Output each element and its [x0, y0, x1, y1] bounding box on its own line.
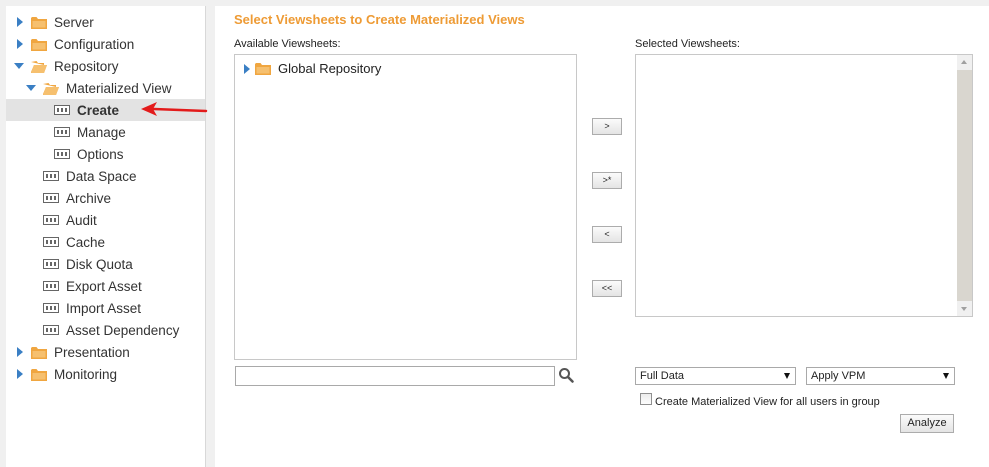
folder-open-icon: [31, 60, 47, 73]
tree-item-label: Monitoring: [54, 366, 118, 382]
tree-item-label: Manage: [77, 124, 126, 140]
tree-item-disk-quota[interactable]: Disk Quota: [6, 253, 205, 275]
selected-viewsheets-list[interactable]: [635, 54, 973, 317]
tree-item-server[interactable]: Server: [6, 11, 205, 33]
page-icon: [43, 303, 59, 313]
tree-item-monitoring[interactable]: Monitoring: [6, 363, 205, 385]
tree-item-materialized-view[interactable]: Materialized View: [6, 77, 205, 99]
scroll-up-icon[interactable]: [957, 55, 972, 70]
page-icon: [54, 149, 70, 159]
tree-item-label: Options: [77, 146, 124, 162]
available-viewsheets-tree[interactable]: Global Repository: [234, 54, 577, 360]
tree-item-label: Data Space: [66, 168, 137, 184]
annotation-arrow-icon: [141, 102, 208, 116]
tree-item-data-space[interactable]: Data Space: [6, 165, 205, 187]
tree-item-label: Asset Dependency: [66, 322, 180, 338]
collapse-icon[interactable]: [26, 82, 38, 94]
folder-icon: [31, 38, 47, 51]
page-icon: [43, 259, 59, 269]
folder-icon: [31, 16, 47, 29]
tree-item-label: Archive: [66, 190, 112, 206]
tree-item-audit[interactable]: Audit: [6, 209, 205, 231]
tree-item-global-repository[interactable]: Global Repository: [241, 61, 381, 76]
sidebar-tree: Server Configuration Repository Material…: [6, 6, 206, 467]
remove-button[interactable]: <: [592, 226, 622, 243]
page-icon: [43, 281, 59, 291]
page-icon: [54, 105, 70, 115]
add-button[interactable]: >: [592, 118, 622, 135]
add-all-button[interactable]: >*: [592, 172, 622, 189]
search-input[interactable]: [235, 366, 555, 386]
tree-item-label: Server: [54, 14, 94, 30]
tree-item-label: Materialized View: [66, 80, 172, 96]
page-title: Select Viewsheets to Create Materialized…: [234, 12, 525, 27]
expand-icon[interactable]: [241, 63, 253, 75]
tree-item-label: Repository: [54, 58, 119, 74]
tree-item-presentation[interactable]: Presentation: [6, 341, 205, 363]
all-users-checkbox-label: Create Materialized View for all users i…: [655, 396, 880, 408]
tree-item-label: Export Asset: [66, 278, 142, 294]
vertical-scrollbar[interactable]: [957, 55, 972, 316]
tree-item-import-asset[interactable]: Import Asset: [6, 297, 205, 319]
page-icon: [43, 237, 59, 247]
tree-item-cache[interactable]: Cache: [6, 231, 205, 253]
tree-item-export-asset[interactable]: Export Asset: [6, 275, 205, 297]
page-icon: [43, 193, 59, 203]
tree-item-options[interactable]: Options: [6, 143, 205, 165]
vpm-value: Apply VPM: [811, 370, 866, 382]
available-viewsheets-label: Available Viewsheets:: [234, 38, 341, 50]
page-icon: [43, 171, 59, 181]
tree-item-label: Global Repository: [278, 61, 382, 76]
expand-icon[interactable]: [14, 16, 26, 28]
tree-item-label: Cache: [66, 234, 106, 250]
tree-item-repository[interactable]: Repository: [6, 55, 205, 77]
scroll-down-icon[interactable]: [957, 301, 972, 316]
tree-item-label: Configuration: [54, 36, 135, 52]
expand-icon[interactable]: [14, 38, 26, 50]
folder-icon: [255, 63, 271, 75]
tree-item-label: Import Asset: [66, 300, 142, 316]
main-panel: Select Viewsheets to Create Materialized…: [215, 6, 989, 467]
vpm-select[interactable]: Apply VPM: [806, 367, 955, 385]
page-icon: [43, 215, 59, 225]
tree-item-configuration[interactable]: Configuration: [6, 33, 205, 55]
all-users-checkbox[interactable]: [640, 393, 652, 405]
folder-open-icon: [43, 82, 59, 95]
tree-item-label: Create: [77, 102, 120, 118]
tree-item-label: Disk Quota: [66, 256, 133, 272]
data-mode-select[interactable]: Full Data: [635, 367, 796, 385]
expand-icon[interactable]: [14, 346, 26, 358]
tree-item-asset-dependency[interactable]: Asset Dependency: [6, 319, 205, 341]
tree-item-archive[interactable]: Archive: [6, 187, 205, 209]
folder-icon: [31, 346, 47, 359]
search-icon[interactable]: [558, 367, 574, 383]
tree-item-label: Audit: [66, 212, 97, 228]
data-mode-value: Full Data: [640, 370, 685, 382]
remove-all-button[interactable]: <<: [592, 280, 622, 297]
page-icon: [43, 325, 59, 335]
tree-item-label: Presentation: [54, 344, 130, 360]
page-icon: [54, 127, 70, 137]
tree-item-manage[interactable]: Manage: [6, 121, 205, 143]
chevron-down-icon: [943, 373, 949, 379]
analyze-button[interactable]: Analyze: [900, 414, 954, 433]
folder-icon: [31, 368, 47, 381]
collapse-icon[interactable]: [14, 60, 26, 72]
expand-icon[interactable]: [14, 368, 26, 380]
chevron-down-icon: [784, 373, 790, 379]
selected-viewsheets-label: Selected Viewsheets:: [635, 38, 740, 50]
